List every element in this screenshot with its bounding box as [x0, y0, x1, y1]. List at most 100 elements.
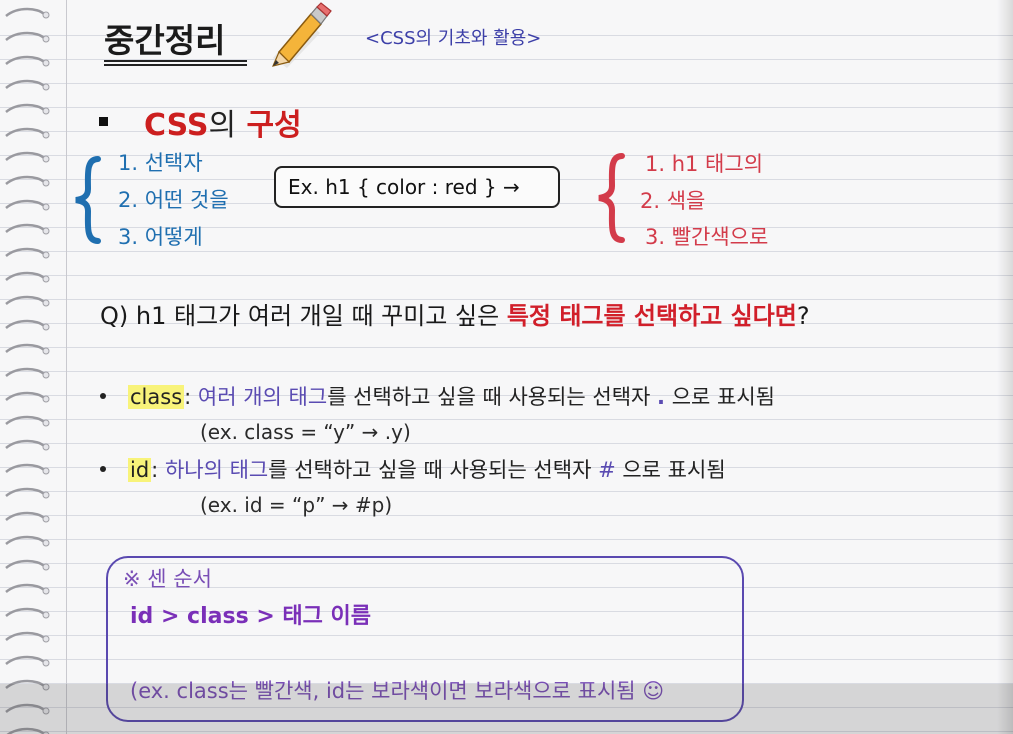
heading-structure: 구성 [246, 108, 302, 143]
spiral-hole [42, 539, 50, 547]
spiral-ring [5, 79, 45, 90]
spiral-ring [5, 487, 45, 498]
spiral-hole [42, 611, 50, 619]
spiral-ring [5, 295, 45, 306]
spiral-ring [5, 631, 45, 642]
note-title: ※ 센 순서 [123, 567, 212, 591]
spiral-ring [5, 511, 45, 522]
spiral-hole [42, 203, 50, 211]
id-symbol: # [598, 458, 616, 482]
id-tail-text: 으로 표시됨 [615, 458, 726, 482]
spiral-hole [42, 299, 50, 307]
spiral-hole [42, 179, 50, 187]
right-list-item-1: 1. h1 태그의 [645, 152, 764, 176]
right-brace-icon [598, 153, 625, 243]
spiral-ring [5, 7, 45, 18]
spiral-ring [5, 175, 45, 186]
left-brace-icon [75, 156, 101, 244]
spiral-ring [5, 367, 45, 378]
bullet-dot-2 [100, 466, 106, 472]
spiral-hole [42, 467, 50, 475]
spiral-ring [5, 583, 45, 594]
right-list-item-2: 2. 색을 [640, 189, 706, 213]
pencil-icon [271, 2, 332, 68]
spiral-hole [42, 515, 50, 523]
left-list-item-1: 1. 선택자 [118, 151, 203, 175]
spiral-ring-icon [5, 7, 50, 734]
spiral-hole [42, 251, 50, 259]
spiral-ring [5, 559, 45, 570]
question-suffix: ? [796, 302, 810, 330]
example-box: Ex. h1 { color : red } → [274, 166, 560, 208]
spiral-ring [5, 343, 45, 354]
spiral-hole [42, 443, 50, 451]
id-example: (ex. id = “p” → #p) [200, 493, 393, 517]
spiral-ring [5, 319, 45, 330]
spiral-ring [5, 127, 45, 138]
question-highlight: 특정 태그를 선택하고 싶다면 [506, 302, 797, 330]
class-keyword: class [128, 385, 185, 409]
spiral-hole [42, 587, 50, 595]
spiral-hole [42, 35, 50, 43]
spiral-ring [5, 535, 45, 546]
spiral-ring [5, 439, 45, 450]
spiral-ring [5, 415, 45, 426]
id-rest-text: 를 선택하고 싶을 때 사용되는 선택자 [268, 458, 599, 482]
id-keyword: id [128, 458, 152, 482]
id-line: id: 하나의 태그를 선택하고 싶을 때 사용되는 선택자 # 으로 표시됨 [128, 454, 726, 484]
spiral-hole [42, 371, 50, 379]
class-line: class: 여러 개의 태그를 선택하고 싶을 때 사용되는 선택자 . 으로… [128, 381, 775, 411]
spiral-ring [5, 223, 45, 234]
spiral-ring [5, 55, 45, 66]
class-colon: : [184, 385, 198, 409]
question-prefix: Q) h1 태그가 여러 개일 때 꾸미고 싶은 [100, 302, 507, 330]
spiral-ring [5, 151, 45, 162]
class-example: (ex. class = “y” → .y) [200, 420, 411, 444]
spiral-hole [42, 155, 50, 163]
spiral-hole [42, 11, 50, 19]
note-order: id > class > 태그 이름 [130, 604, 372, 629]
spiral-hole [42, 323, 50, 331]
class-tail-text: 으로 표시됨 [665, 385, 775, 409]
spiral-hole [42, 491, 50, 499]
class-purple-text: 여러 개의 태그 [197, 385, 328, 409]
left-list-item-2: 2. 어떤 것을 [118, 188, 229, 212]
spiral-hole [42, 131, 50, 139]
spiral-ring [5, 607, 45, 618]
spiral-hole [42, 659, 50, 667]
spiral-hole [42, 635, 50, 643]
spiral-ring [5, 463, 45, 474]
page-shadow [997, 0, 1013, 734]
spiral-ring [5, 199, 45, 210]
bullet-dot [100, 393, 106, 399]
spiral-ring [5, 103, 45, 114]
page-title: 중간정리 [104, 21, 226, 60]
spiral-ring [5, 247, 45, 258]
spiral-ring [5, 391, 45, 402]
spiral-hole [42, 59, 50, 67]
spiral-hole [42, 563, 50, 571]
spiral-hole [42, 419, 50, 427]
heading-css: CSS [144, 108, 209, 143]
square-bullet [99, 117, 108, 126]
spiral-hole [42, 107, 50, 115]
class-rest-text: 를 선택하고 싶을 때 사용되는 선택자 [327, 385, 658, 409]
spiral-hole [42, 275, 50, 283]
title-underline-2 [104, 64, 247, 66]
section-heading: CSS의 구성 [144, 100, 302, 144]
spiral-hole [42, 83, 50, 91]
heading-ui: 의 [208, 108, 237, 143]
video-overlay-strip [0, 684, 1013, 734]
spiral-ring [5, 271, 45, 282]
spiral-hole [42, 347, 50, 355]
question: Q) h1 태그가 여러 개일 때 꾸미고 싶은 특정 태그를 선택하고 싶다면… [100, 296, 810, 331]
margin-line [66, 0, 67, 734]
spiral-hole [42, 227, 50, 235]
spiral-ring [5, 655, 45, 666]
id-purple-text: 하나의 태그 [164, 458, 269, 482]
spiral-hole [42, 395, 50, 403]
title-underline [104, 60, 247, 62]
spiral-ring [5, 31, 45, 42]
subtitle: <CSS의 기초와 활용> [365, 28, 542, 49]
left-list-item-3: 3. 어떻게 [118, 225, 203, 249]
